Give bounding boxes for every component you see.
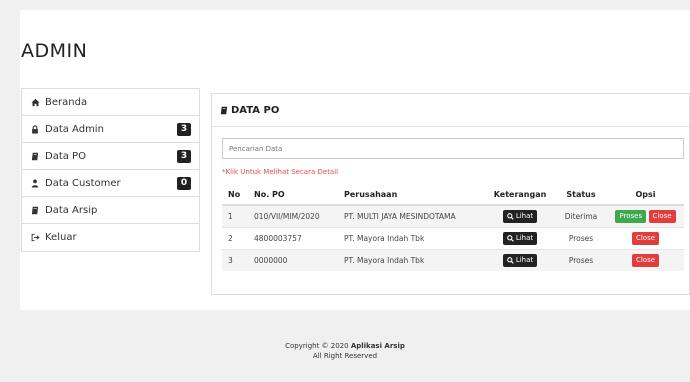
sidebar: Beranda Data Admin 3 Data PO 3 Data Cust… xyxy=(21,88,200,252)
count-badge: 3 xyxy=(177,149,191,163)
search-icon xyxy=(507,235,514,242)
proses-button[interactable]: Proses xyxy=(615,210,647,223)
sidebar-item-keluar[interactable]: Keluar xyxy=(22,224,199,251)
sidebar-item-data-po[interactable]: Data PO 3 xyxy=(22,143,199,170)
lock-icon xyxy=(31,124,42,134)
column-header-no: No xyxy=(222,185,248,206)
sign-out-icon xyxy=(31,233,42,242)
cell-po: 4800003757 xyxy=(248,227,338,250)
count-badge: 3 xyxy=(177,122,191,136)
cell-po: 0000000 xyxy=(248,249,338,271)
cell-status: Diterima xyxy=(555,204,607,228)
column-header-company: Perusahaan xyxy=(338,185,485,206)
card-header: DATA PO xyxy=(212,94,689,127)
sidebar-item-label: Keluar xyxy=(45,232,77,243)
table-row[interactable]: 2 4800003757 PT. Mayora Indah Tbk Lihat … xyxy=(222,227,684,250)
table-row[interactable]: 1 010/VII/MIM/2020 PT. MULTI JAYA MESIND… xyxy=(222,204,684,228)
view-detail-button[interactable]: Lihat xyxy=(502,254,538,267)
search-icon xyxy=(507,257,514,264)
sidebar-item-label: Data PO xyxy=(45,150,86,162)
copyright-line: Copyright © 2020 Aplikasi Arsip xyxy=(0,341,690,351)
close-button[interactable]: Close xyxy=(631,254,660,267)
count-badge: 0 xyxy=(177,176,191,190)
cell-po: 010/VII/MIM/2020 xyxy=(248,204,338,228)
column-header-actions: Opsi xyxy=(607,185,684,206)
cell-company: PT. Mayora Indah Tbk xyxy=(338,249,485,271)
search-icon xyxy=(507,213,514,220)
sidebar-item-label: Data Customer xyxy=(45,177,121,189)
sidebar-item-label: Data Arsip xyxy=(45,204,98,216)
column-header-po: No. PO xyxy=(248,185,338,206)
cell-no: 3 xyxy=(222,249,248,271)
data-po-card: DATA PO *Klik Untuk Melihat Secara Detai… xyxy=(211,93,690,295)
cell-status: Proses xyxy=(555,227,607,250)
table-row[interactable]: 3 0000000 PT. Mayora Indah Tbk Lihat Pro… xyxy=(222,249,684,271)
sidebar-item-data-arsip[interactable]: Data Arsip xyxy=(22,197,199,224)
table-header-row: No No. PO Perusahaan Keterangan Status O… xyxy=(222,185,684,206)
cell-company: PT. Mayora Indah Tbk xyxy=(338,227,485,250)
card-title: DATA PO xyxy=(231,104,280,116)
book-icon xyxy=(31,152,42,161)
column-header-detail: Keterangan xyxy=(485,185,555,206)
cell-no: 2 xyxy=(222,227,248,250)
cell-company: PT. MULTI JAYA MESINDOTAMA xyxy=(338,204,485,228)
sidebar-item-label: Beranda xyxy=(45,96,88,108)
view-detail-button[interactable]: Lihat xyxy=(502,210,538,223)
brand-text: Aplikasi Arsip xyxy=(350,342,405,350)
po-table: No No. PO Perusahaan Keterangan Status O… xyxy=(222,185,684,271)
sidebar-item-beranda[interactable]: Beranda xyxy=(22,89,199,116)
home-icon xyxy=(31,98,42,107)
hint-text: *Klik Untuk Melihat Secara Detail xyxy=(222,168,339,176)
sidebar-item-data-admin[interactable]: Data Admin 3 xyxy=(22,116,199,143)
cell-status: Proses xyxy=(555,249,607,271)
cell-no: 1 xyxy=(222,204,248,228)
book-icon xyxy=(220,106,228,115)
close-button[interactable]: Close xyxy=(648,210,676,223)
user-icon xyxy=(31,178,42,188)
book-icon xyxy=(31,206,42,215)
sidebar-item-data-customer[interactable]: Data Customer 0 xyxy=(22,170,199,197)
close-button[interactable]: Close xyxy=(631,232,660,245)
rights-text: All Right Reserved xyxy=(312,352,378,360)
footer: Copyright © 2020 Aplikasi Arsip All Righ… xyxy=(0,341,690,361)
view-detail-button[interactable]: Lihat xyxy=(502,232,538,245)
page-title: ADMIN xyxy=(21,40,88,62)
column-header-status: Status xyxy=(555,185,607,206)
search-input[interactable] xyxy=(222,138,684,159)
sidebar-item-label: Data Admin xyxy=(45,123,104,135)
copyright-text: Copyright © 2020 xyxy=(285,342,351,350)
